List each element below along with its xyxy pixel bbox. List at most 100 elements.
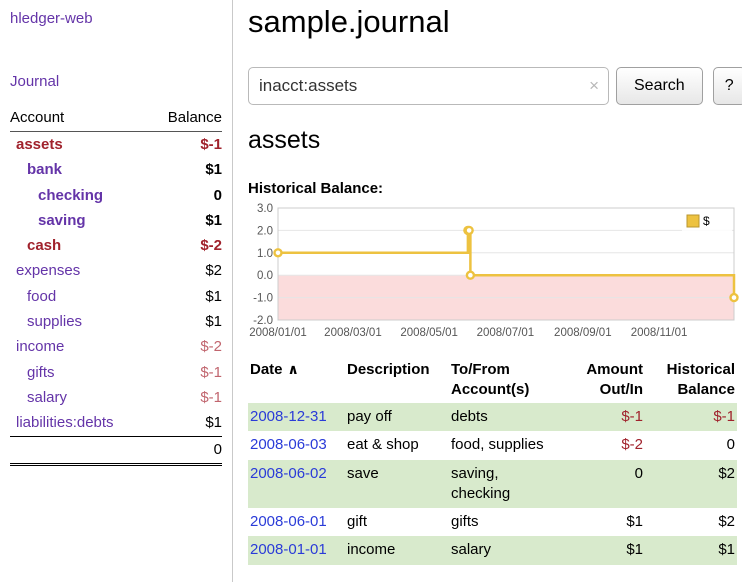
- historical-balance-chart: 3.02.01.00.0-1.0-2.02008/01/012008/03/01…: [248, 202, 740, 344]
- register-row: 2008-06-02 savesaving, checking0$2: [248, 460, 737, 509]
- account-link[interactable]: saving: [38, 212, 86, 229]
- transaction-date-link[interactable]: 2008-01-01: [250, 541, 327, 558]
- transaction-balance: $1: [645, 536, 737, 564]
- transaction-date-link[interactable]: 2008-06-03: [250, 436, 327, 453]
- transaction-date-link[interactable]: 2008-06-02: [250, 465, 327, 482]
- legend-swatch: [687, 215, 699, 227]
- page-title: sample.journal: [248, 4, 742, 40]
- search-button[interactable]: Search: [616, 67, 703, 105]
- account-row: supplies $1: [10, 309, 222, 334]
- transaction-amount: $-1: [561, 403, 645, 431]
- account-row: gifts $-1: [10, 360, 222, 385]
- register-body: 2008-12-31pay offdebts$-1$-12008-06-03ea…: [248, 403, 737, 565]
- help-button[interactable]: ?: [713, 67, 742, 105]
- register-table: Date∧ Description To/From Account(s) Amo…: [248, 356, 737, 565]
- main-content: sample.journal × Search ? assets Histori…: [233, 0, 742, 582]
- transaction-balance: $2: [645, 460, 737, 509]
- account-balance: $2: [149, 258, 222, 283]
- register-row: 2008-06-01 giftgifts$1$2: [248, 508, 737, 536]
- account-row: income $-2: [10, 334, 222, 359]
- account-link[interactable]: expenses: [16, 262, 80, 279]
- transaction-amount: $1: [561, 508, 645, 536]
- account-link[interactable]: gifts: [27, 364, 55, 381]
- accounts-header-balance: Balance: [149, 107, 222, 132]
- date-header-label: Date: [250, 361, 283, 378]
- account-heading: assets: [248, 126, 742, 155]
- account-link[interactable]: assets: [16, 136, 63, 153]
- y-tick-label: 2.0: [257, 225, 273, 237]
- account-balance: $1: [149, 157, 222, 182]
- account-balance: $-1: [149, 385, 222, 410]
- x-tick-label: 2008/11/01: [631, 327, 688, 339]
- journal-link[interactable]: Journal: [10, 73, 59, 90]
- account-row: assets $-1: [10, 132, 222, 158]
- transaction-accounts: gifts: [449, 508, 561, 536]
- account-balance: $1: [149, 208, 222, 233]
- y-tick-label: -2.0: [253, 315, 273, 327]
- account-balance: $1: [149, 309, 222, 334]
- clear-search-icon[interactable]: ×: [589, 76, 599, 96]
- accounts-header-row: Account Balance: [10, 107, 222, 132]
- transaction-description: pay off: [345, 403, 449, 431]
- x-tick-label: 2008/01/01: [249, 327, 307, 339]
- x-tick-label: 2008/03/01: [324, 327, 382, 339]
- account-balance: $-1: [149, 132, 222, 158]
- account-row: food $1: [10, 284, 222, 309]
- y-tick-label: 3.0: [257, 203, 273, 215]
- accounts-body: assets$-1bank$1checking0saving$1cash$-2e…: [10, 132, 222, 437]
- transaction-accounts: debts: [449, 403, 561, 431]
- account-row: bank $1: [10, 157, 222, 182]
- sidebar: hledger-web Journal Account Balance asse…: [0, 0, 233, 582]
- legend-label: $: [703, 214, 710, 228]
- x-tick-label: 2008/09/01: [554, 327, 612, 339]
- register-header-row: Date∧ Description To/From Account(s) Amo…: [248, 356, 737, 403]
- chart-container: 3.02.01.00.0-1.0-2.02008/01/012008/03/01…: [248, 202, 740, 344]
- transaction-accounts: saving, checking: [449, 460, 561, 509]
- account-row: cash $-2: [10, 233, 222, 258]
- column-header-date[interactable]: Date ∧: [248, 356, 345, 403]
- transaction-description: income: [345, 536, 449, 564]
- transaction-balance: $2: [645, 508, 737, 536]
- transaction-description: gift: [345, 508, 449, 536]
- account-link[interactable]: liabilities:debts: [16, 414, 114, 431]
- chart-legend: $: [682, 211, 732, 231]
- app-title-link[interactable]: hledger-web: [10, 10, 93, 27]
- register-row: 2008-06-03eat & shopfood, supplies$-20: [248, 431, 737, 459]
- account-balance: $-1: [149, 360, 222, 385]
- chart-heading: Historical Balance:: [248, 180, 742, 197]
- transaction-date-link[interactable]: 2008-12-31: [250, 408, 327, 425]
- search-input[interactable]: [248, 67, 609, 105]
- column-header-description: Description: [345, 356, 449, 403]
- app-window: hledger-web Journal Account Balance asse…: [0, 0, 742, 582]
- account-balance: $-2: [149, 233, 222, 258]
- account-balance: 0: [149, 183, 222, 208]
- account-row: expenses $2: [10, 258, 222, 283]
- transaction-amount: $1: [561, 536, 645, 564]
- account-link[interactable]: income: [16, 338, 64, 355]
- y-tick-label: 1.0: [257, 248, 273, 260]
- column-header-balance: Historical Balance: [645, 356, 737, 403]
- account-link[interactable]: food: [27, 288, 56, 305]
- account-row: salary $-1: [10, 385, 222, 410]
- data-point-marker: [275, 249, 282, 256]
- data-point-marker: [466, 227, 473, 234]
- account-balance: $1: [149, 284, 222, 309]
- account-link[interactable]: bank: [27, 161, 62, 178]
- transaction-amount: 0: [561, 460, 645, 509]
- y-tick-label: -1.0: [253, 293, 273, 305]
- account-link[interactable]: checking: [38, 187, 103, 204]
- transaction-balance: 0: [645, 431, 737, 459]
- account-row: liabilities:debts$1: [10, 410, 222, 436]
- transaction-accounts: food, supplies: [449, 431, 561, 459]
- account-row: saving $1: [10, 208, 222, 233]
- transaction-description: save: [345, 460, 449, 509]
- x-tick-label: 2008/05/01: [400, 327, 458, 339]
- account-link[interactable]: salary: [27, 389, 67, 406]
- account-link[interactable]: cash: [27, 237, 61, 254]
- account-link[interactable]: supplies: [27, 313, 82, 330]
- account-balance: $-2: [149, 334, 222, 359]
- transaction-date-link[interactable]: 2008-06-01: [250, 513, 327, 530]
- accounts-header-account: Account: [10, 107, 149, 132]
- sort-ascending-icon[interactable]: ∧: [288, 361, 299, 377]
- column-header-amount: Amount Out/In: [561, 356, 645, 403]
